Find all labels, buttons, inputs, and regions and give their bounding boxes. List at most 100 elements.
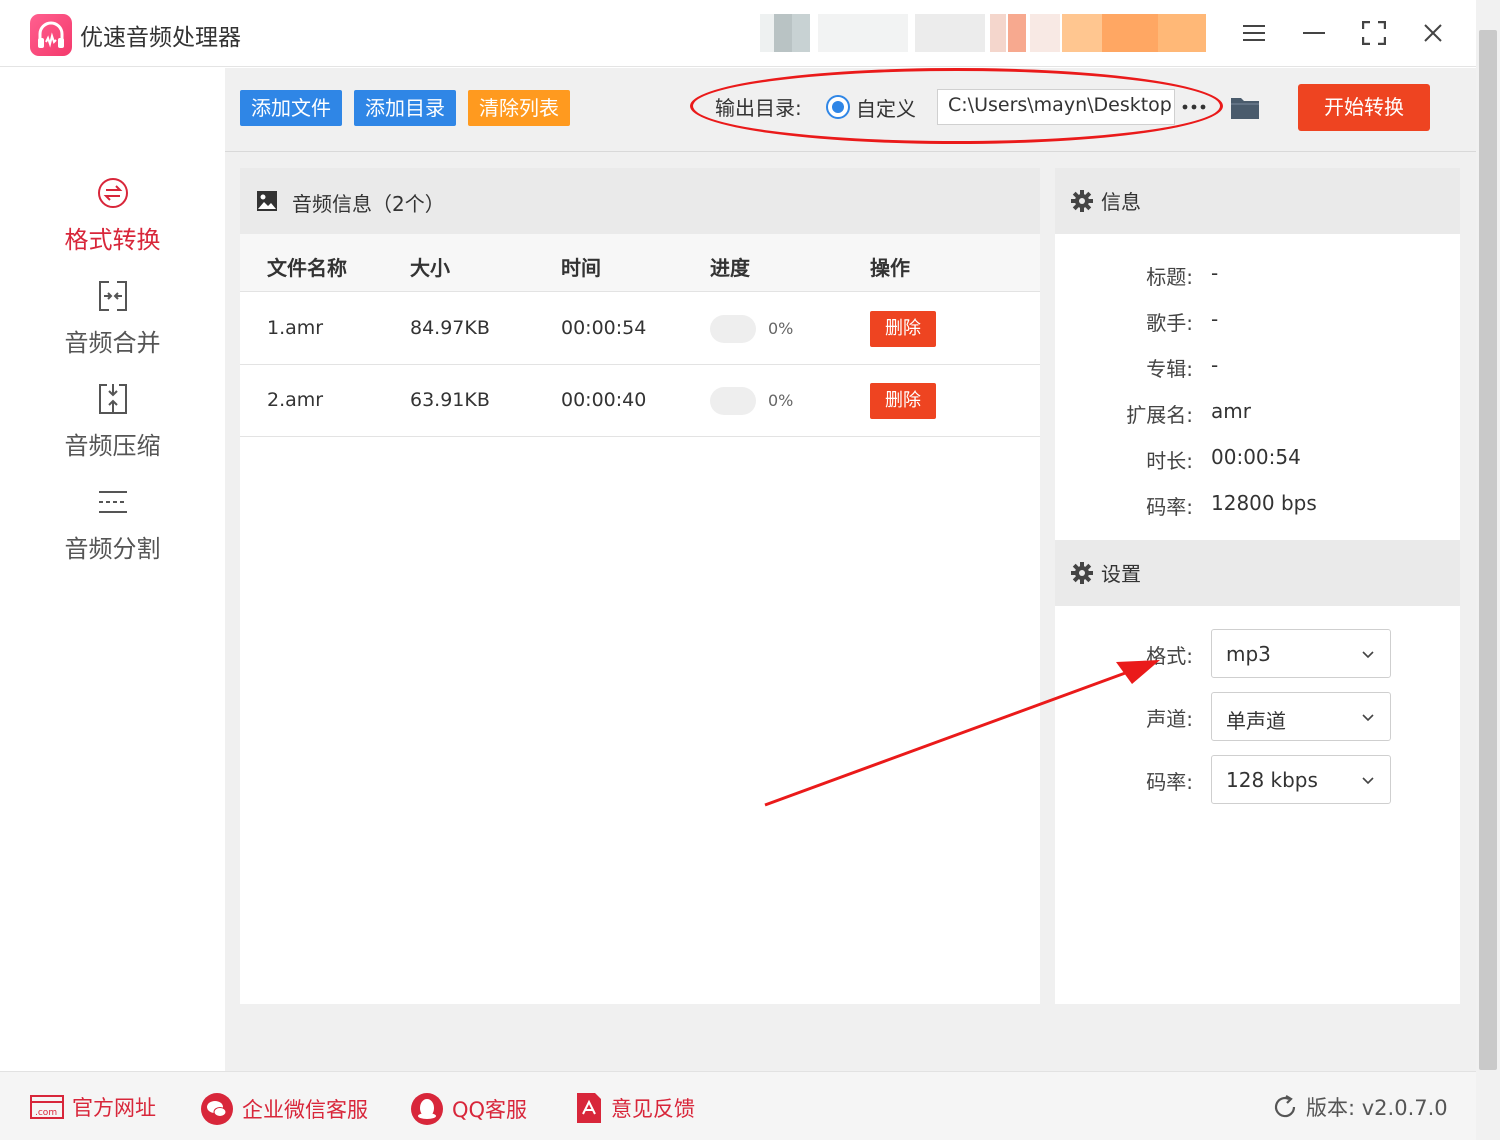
sidebar-item-merge[interactable]: 音频合并 <box>0 279 225 358</box>
qq-label: QQ客服 <box>452 1098 528 1122</box>
website-link[interactable]: .com 官方网址 <box>30 1092 156 1122</box>
info-label-artist: 歌手: <box>1146 311 1193 335</box>
wechat-label: 企业微信客服 <box>242 1098 368 1122</box>
sidebar: 格式转换 音频合并 音频压缩 音频分割 <box>0 68 225 1071</box>
svg-text:.com: .com <box>35 1108 57 1118</box>
website-icon: .com <box>30 1095 64 1119</box>
wechat-service-link[interactable]: 企业微信客服 <box>200 1092 368 1126</box>
table-row[interactable]: 1.amr 84.97KB 00:00:54 0% 删除 <box>240 293 1040 365</box>
sidebar-item-split[interactable]: 音频分割 <box>0 485 225 564</box>
sidebar-item-label: 音频压缩 <box>64 432 161 460</box>
table-row[interactable]: 2.amr 63.91KB 00:00:40 0% 删除 <box>240 365 1040 437</box>
format-select[interactable]: mp3 <box>1211 629 1391 678</box>
title-bar: 优速音频处理器 <box>0 0 1476 67</box>
info-value-artist: - <box>1211 307 1219 331</box>
progress-text: 0% <box>768 391 794 410</box>
info-label-duration: 时长: <box>1146 449 1193 473</box>
sidebar-item-compress[interactable]: 音频压缩 <box>0 382 225 461</box>
file-duration: 00:00:40 <box>561 389 647 411</box>
progress-text: 0% <box>768 319 794 338</box>
feedback-icon <box>577 1093 601 1123</box>
col-header-action: 操作 <box>870 256 910 280</box>
image-icon <box>256 190 278 216</box>
open-folder-icon[interactable] <box>1229 92 1261 122</box>
chevron-down-icon <box>1360 772 1376 788</box>
info-label-bitrate: 码率: <box>1146 495 1193 519</box>
window-scrollbar[interactable] <box>1476 0 1500 1140</box>
info-value-bitrate: 12800 bps <box>1211 491 1317 515</box>
add-folder-button[interactable]: 添加目录 <box>354 90 456 126</box>
gear-icon <box>1071 562 1093 584</box>
sidebar-item-format-convert[interactable]: 格式转换 <box>0 176 225 255</box>
toolbar: 添加文件 添加目录 清除列表 输出目录: 自定义 C:\Users\mayn\D… <box>225 68 1476 152</box>
qq-icon <box>411 1093 443 1125</box>
bitrate-select[interactable]: 128 kbps <box>1211 755 1391 804</box>
file-list-header: 音频信息（2个） <box>240 168 1040 234</box>
col-header-time: 时间 <box>561 256 601 280</box>
add-file-button[interactable]: 添加文件 <box>240 90 342 126</box>
progress-bar <box>710 315 756 343</box>
file-name: 1.amr <box>267 317 324 339</box>
gear-icon <box>1071 190 1093 212</box>
wechat-icon <box>201 1093 233 1125</box>
version-info[interactable]: 版本: v2.0.7.0 <box>1272 1092 1448 1122</box>
app-logo-icon <box>30 14 72 56</box>
split-icon <box>96 485 130 519</box>
settings-section-header: 设置 <box>1055 540 1460 606</box>
info-label-title: 标题: <box>1146 265 1193 289</box>
scrollbar-thumb[interactable] <box>1479 30 1497 1070</box>
feedback-link[interactable]: 意见反馈 <box>575 1092 695 1124</box>
chevron-down-icon <box>1360 646 1376 662</box>
format-convert-icon <box>96 176 130 210</box>
file-size: 63.91KB <box>410 389 490 411</box>
annotation-arrow <box>764 660 1160 807</box>
format-select-value: mp3 <box>1226 642 1271 666</box>
start-convert-button[interactable]: 开始转换 <box>1298 84 1430 131</box>
info-label-album: 专辑: <box>1146 357 1193 381</box>
footer: .com 官方网址 企业微信客服 QQ客服 意见反馈 版本: v2.0.7.0 <box>0 1071 1476 1140</box>
highlight-annotation <box>690 68 1223 144</box>
delete-button[interactable]: 删除 <box>870 383 936 419</box>
info-value-extension: amr <box>1211 399 1251 423</box>
chevron-down-icon <box>1360 709 1376 725</box>
minimize-icon[interactable] <box>1297 16 1331 50</box>
info-title: 信息 <box>1101 190 1141 214</box>
file-duration: 00:00:54 <box>561 317 647 339</box>
table-header: 文件名称 大小 时间 进度 操作 <box>240 234 1040 292</box>
file-name: 2.amr <box>267 389 324 411</box>
file-size: 84.97KB <box>410 317 490 339</box>
app-title: 优速音频处理器 <box>80 25 241 51</box>
settings-title: 设置 <box>1101 562 1141 586</box>
delete-button[interactable]: 删除 <box>870 311 936 347</box>
sidebar-item-label: 音频分割 <box>64 535 161 563</box>
close-icon[interactable] <box>1416 16 1450 50</box>
bitrate-select-value: 128 kbps <box>1226 768 1318 792</box>
website-label: 官方网址 <box>72 1096 156 1120</box>
sidebar-item-label: 格式转换 <box>64 226 161 254</box>
info-section-header: 信息 <box>1055 168 1460 234</box>
info-value-duration: 00:00:54 <box>1211 445 1301 469</box>
feedback-label: 意见反馈 <box>611 1097 695 1121</box>
col-header-size: 大小 <box>410 256 450 280</box>
clear-list-button[interactable]: 清除列表 <box>468 90 570 126</box>
channel-select[interactable]: 单声道 <box>1211 692 1391 741</box>
progress-bar <box>710 387 756 415</box>
col-header-name: 文件名称 <box>267 256 347 280</box>
info-value-title: - <box>1211 261 1219 285</box>
menu-icon[interactable] <box>1237 16 1271 50</box>
info-label-extension: 扩展名: <box>1126 403 1193 427</box>
refresh-icon <box>1274 1095 1296 1118</box>
channel-select-value: 单声道 <box>1226 709 1286 733</box>
compress-icon <box>96 382 130 416</box>
main-area: 添加文件 添加目录 清除列表 输出目录: 自定义 C:\Users\mayn\D… <box>225 68 1476 1071</box>
info-value-album: - <box>1211 353 1219 377</box>
qq-service-link[interactable]: QQ客服 <box>410 1092 527 1126</box>
file-list-panel: 音频信息（2个） 文件名称 大小 时间 进度 操作 1.amr 84.97KB … <box>240 168 1040 1004</box>
maximize-icon[interactable] <box>1357 16 1391 50</box>
col-header-progress: 进度 <box>710 256 750 280</box>
file-list-title: 音频信息（2个） <box>292 192 445 216</box>
sidebar-item-label: 音频合并 <box>64 329 161 357</box>
info-panel: 信息 标题: - 歌手: - 专辑: - 扩展名: amr 时长: 00:00:… <box>1055 168 1460 1004</box>
version-label: 版本: v2.0.7.0 <box>1306 1096 1448 1120</box>
merge-icon <box>96 279 130 313</box>
